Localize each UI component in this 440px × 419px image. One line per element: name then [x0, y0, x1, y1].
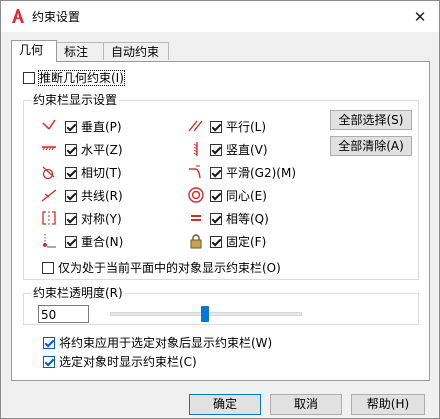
tangent-checkbox[interactable] — [65, 167, 77, 179]
collinear-checkbox[interactable] — [65, 190, 77, 202]
display-settings-title: 约束栏显示设置 — [31, 93, 120, 107]
concentric-icon — [188, 187, 204, 203]
show-after-apply-checkbox[interactable] — [43, 337, 55, 349]
show-after-apply-label: 将约束应用于选定对象后显示约束栏(W) — [59, 336, 273, 350]
close-button[interactable]: ✕ — [401, 1, 439, 32]
current-plane-only-label: 仅为处于当前平面中的对象显示约束栏(O) — [58, 261, 281, 275]
transparency-slider-thumb[interactable] — [201, 306, 209, 322]
window-title: 约束设置 — [32, 10, 81, 24]
tab-label: 自动约束 — [111, 45, 160, 59]
show-on-select-checkbox[interactable] — [43, 356, 55, 368]
transparency-value-input[interactable]: 50 — [38, 305, 89, 323]
infer-constraints-label: 推断几何约束(I) — [38, 70, 125, 86]
title-bar: 约束设置 ✕ — [1, 1, 439, 32]
coincident-label: 重合(N) — [81, 235, 124, 249]
horizontal-icon — [42, 146, 56, 151]
select-all-label: 全部选择(S) — [338, 113, 404, 127]
smooth-icon — [189, 165, 201, 179]
tab-label: 几何 — [19, 43, 44, 57]
cancel-label: 取消 — [293, 397, 318, 411]
infer-constraints-checkbox[interactable] — [23, 72, 35, 84]
equal-label: 相等(Q) — [226, 212, 269, 226]
coincident-checkbox[interactable] — [65, 236, 77, 248]
tab-geometry[interactable]: 几何 — [11, 40, 57, 62]
perpendicular-icon — [42, 119, 56, 130]
clear-all-label: 全部清除(A) — [338, 139, 404, 153]
fix-checkbox[interactable] — [210, 236, 222, 248]
parallel-checkbox[interactable] — [210, 121, 222, 133]
symmetric-icon — [42, 211, 56, 225]
smooth-label: 平滑(G2)(M) — [226, 166, 297, 180]
constraint-settings-dialog: 约束设置 ✕ 几何 标注 自动约束 推断几何约束(I) 约束栏显示设置 垂直(P… — [0, 0, 440, 419]
tangent-label: 相切(T) — [81, 166, 122, 180]
vertical-icon — [193, 142, 198, 156]
fix-lock-icon — [190, 234, 202, 249]
parallel-icon — [188, 120, 203, 132]
select-all-button[interactable]: 全部选择(S) — [330, 110, 412, 130]
parallel-label: 平行(L) — [226, 120, 267, 134]
concentric-label: 同心(E) — [226, 189, 267, 203]
tab-label: 标注 — [64, 45, 89, 59]
vertical-checkbox[interactable] — [210, 144, 222, 156]
tab-dimension[interactable]: 标注 — [56, 42, 104, 60]
collinear-label: 共线(R) — [81, 189, 123, 203]
horizontal-label: 水平(Z) — [81, 143, 123, 157]
symmetric-label: 对称(Y) — [81, 212, 122, 226]
perpendicular-checkbox[interactable] — [65, 121, 77, 133]
coincident-icon — [43, 234, 56, 248]
equal-checkbox[interactable] — [210, 213, 222, 225]
tangent-icon — [42, 166, 55, 180]
vertical-label: 竖直(V) — [226, 143, 268, 157]
cancel-button[interactable]: 取消 — [270, 394, 342, 415]
equal-icon — [191, 215, 201, 221]
fix-label: 固定(F) — [226, 235, 267, 249]
close-icon: ✕ — [413, 7, 427, 26]
clear-all-button[interactable]: 全部清除(A) — [330, 136, 412, 156]
current-plane-only-checkbox[interactable] — [42, 262, 54, 274]
perpendicular-label: 垂直(P) — [81, 120, 122, 134]
symmetric-checkbox[interactable] — [65, 213, 77, 225]
autocad-logo-icon — [12, 9, 24, 23]
tab-auto-constrain[interactable]: 自动约束 — [103, 42, 169, 60]
help-label: 帮助(H) — [366, 397, 410, 411]
collinear-icon — [41, 189, 57, 202]
show-on-select-label: 选定对象时显示约束栏(C) — [59, 355, 197, 369]
geometry-panel: 推断几何约束(I) 约束栏显示设置 垂直(P) 水平(Z) 相切(T) 共线(R… — [11, 61, 430, 381]
smooth-checkbox[interactable] — [210, 167, 222, 179]
horizontal-checkbox[interactable] — [65, 144, 77, 156]
ok-label: 确定 — [212, 397, 237, 411]
concentric-checkbox[interactable] — [210, 190, 222, 202]
ok-button[interactable]: 确定 — [189, 394, 261, 415]
help-button[interactable]: 帮助(H) — [351, 394, 425, 415]
transparency-title: 约束栏透明度(R) — [31, 286, 125, 300]
